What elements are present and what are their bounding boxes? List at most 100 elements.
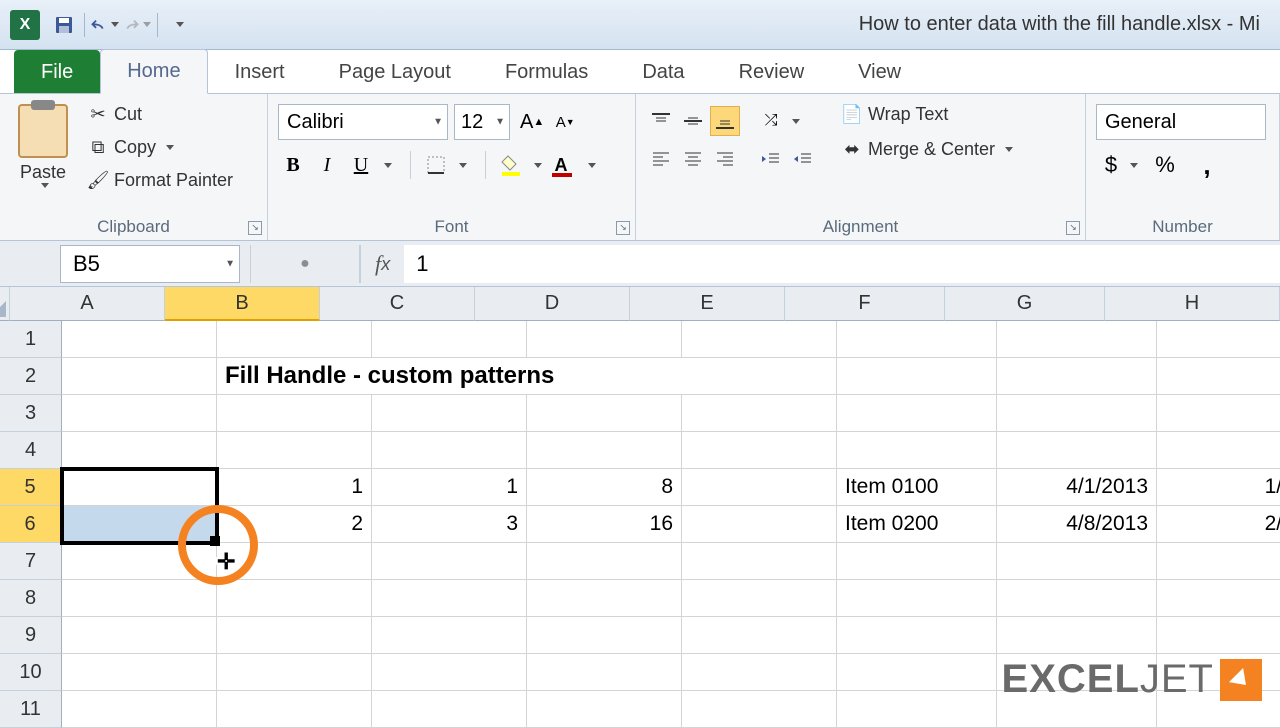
row-header-3[interactable]: 3 — [0, 395, 62, 432]
cell-C10[interactable] — [372, 654, 527, 691]
row-header-10[interactable]: 10 — [0, 654, 62, 691]
cell-G4[interactable] — [997, 432, 1157, 469]
cell-H4[interactable] — [1157, 432, 1280, 469]
cell-D6[interactable]: 16 — [527, 506, 682, 543]
formula-input[interactable] — [404, 245, 1280, 283]
column-header-G[interactable]: G — [945, 287, 1105, 321]
cell-E9[interactable] — [682, 617, 837, 654]
column-header-H[interactable]: H — [1105, 287, 1280, 321]
cell-D3[interactable] — [527, 395, 682, 432]
tab-insert[interactable]: Insert — [208, 50, 312, 94]
cell-F6[interactable]: Item 0200 — [837, 506, 997, 543]
cell-H2[interactable] — [1157, 358, 1280, 395]
cell-F3[interactable] — [837, 395, 997, 432]
cell-F2[interactable] — [837, 358, 997, 395]
align-middle-button[interactable] — [678, 106, 708, 136]
column-header-D[interactable]: D — [475, 287, 630, 321]
cell-B3[interactable] — [217, 395, 372, 432]
cell-C7[interactable] — [372, 543, 527, 580]
row-header-7[interactable]: 7 — [0, 543, 62, 580]
dialog-launcher-icon[interactable]: ↘ — [1066, 221, 1080, 235]
tab-file[interactable]: File — [14, 50, 100, 94]
cell-C3[interactable] — [372, 395, 527, 432]
row-header-2[interactable]: 2 — [0, 358, 62, 395]
dialog-launcher-icon[interactable]: ↘ — [616, 221, 630, 235]
cut-button[interactable]: ✂Cut — [84, 102, 237, 127]
decrease-indent-button[interactable] — [756, 144, 786, 174]
cell-F9[interactable] — [837, 617, 997, 654]
tab-data[interactable]: Data — [615, 50, 711, 94]
merge-center-button[interactable]: ⬌Merge & Center — [836, 135, 1019, 164]
row-header-1[interactable]: 1 — [0, 321, 62, 358]
cell-D8[interactable] — [527, 580, 682, 617]
cell-E4[interactable] — [682, 432, 837, 469]
cell-C1[interactable] — [372, 321, 527, 358]
cell-D10[interactable] — [527, 654, 682, 691]
cell-G2[interactable] — [997, 358, 1157, 395]
increase-font-button[interactable]: A▲ — [516, 107, 548, 137]
cell-G7[interactable] — [997, 543, 1157, 580]
cell-B1[interactable] — [217, 321, 372, 358]
cell-A3[interactable] — [62, 395, 217, 432]
cell-C11[interactable] — [372, 691, 527, 728]
column-header-A[interactable]: A — [10, 287, 165, 321]
cell-E1[interactable] — [682, 321, 837, 358]
cell-A8[interactable] — [62, 580, 217, 617]
cell-A5[interactable] — [62, 469, 217, 506]
cell-F10[interactable] — [837, 654, 997, 691]
column-header-F[interactable]: F — [785, 287, 945, 321]
cell-G9[interactable] — [997, 617, 1157, 654]
cell-E10[interactable] — [682, 654, 837, 691]
currency-button[interactable]: $ — [1096, 150, 1126, 180]
align-center-button[interactable] — [678, 144, 708, 174]
cell-H9[interactable] — [1157, 617, 1280, 654]
column-header-E[interactable]: E — [630, 287, 785, 321]
column-header-C[interactable]: C — [320, 287, 475, 321]
cell-G1[interactable] — [997, 321, 1157, 358]
cell-B7[interactable] — [217, 543, 372, 580]
row-header-4[interactable]: 4 — [0, 432, 62, 469]
qat-customize[interactable] — [164, 11, 192, 39]
decrease-font-button[interactable]: A▼ — [550, 107, 580, 137]
row-header-8[interactable]: 8 — [0, 580, 62, 617]
cell-B5[interactable]: 1 — [217, 469, 372, 506]
dialog-launcher-icon[interactable]: ↘ — [248, 221, 262, 235]
cell-D1[interactable] — [527, 321, 682, 358]
name-box[interactable]: B5▼ — [60, 245, 240, 283]
row-header-5[interactable]: 5 — [0, 469, 62, 506]
cell-A4[interactable] — [62, 432, 217, 469]
borders-button[interactable] — [421, 150, 451, 180]
cell-B4[interactable] — [217, 432, 372, 469]
cell-H1[interactable] — [1157, 321, 1280, 358]
cell-C8[interactable] — [372, 580, 527, 617]
chevron-down-icon[interactable] — [384, 163, 392, 168]
cell-B11[interactable] — [217, 691, 372, 728]
cell-D4[interactable] — [527, 432, 682, 469]
cell-F7[interactable] — [837, 543, 997, 580]
cell-H8[interactable] — [1157, 580, 1280, 617]
cell-D5[interactable]: 8 — [527, 469, 682, 506]
cell-A7[interactable] — [62, 543, 217, 580]
chevron-down-icon[interactable] — [1130, 163, 1138, 168]
cell-F1[interactable] — [837, 321, 997, 358]
percent-button[interactable]: % — [1150, 150, 1180, 180]
select-all-corner[interactable] — [0, 287, 10, 321]
column-header-B[interactable]: B — [165, 287, 320, 321]
cell-D7[interactable] — [527, 543, 682, 580]
cell-C9[interactable] — [372, 617, 527, 654]
cell-H6[interactable]: 2/1/20 — [1157, 506, 1280, 543]
comma-button[interactable]: , — [1192, 150, 1222, 180]
cell-A1[interactable] — [62, 321, 217, 358]
cell-A11[interactable] — [62, 691, 217, 728]
undo-button[interactable] — [91, 11, 119, 39]
cell-E6[interactable] — [682, 506, 837, 543]
cell-H5[interactable]: 1/1/20 — [1157, 469, 1280, 506]
save-button[interactable] — [50, 11, 78, 39]
cell-D11[interactable] — [527, 691, 682, 728]
cell-G6[interactable]: 4/8/2013 — [997, 506, 1157, 543]
tab-home[interactable]: Home — [100, 49, 207, 94]
cell-B9[interactable] — [217, 617, 372, 654]
cell-H7[interactable] — [1157, 543, 1280, 580]
cell-B8[interactable] — [217, 580, 372, 617]
row-header-11[interactable]: 11 — [0, 691, 62, 728]
